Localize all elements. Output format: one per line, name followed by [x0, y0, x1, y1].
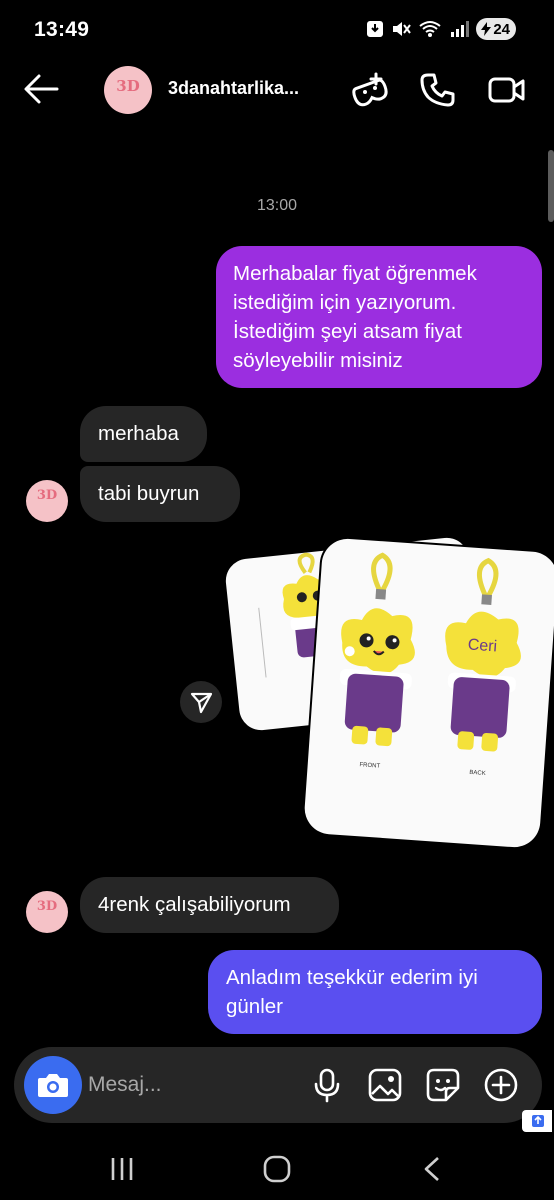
outgoing-message-bubble[interactable]: Anladım teşekkür ederim iyi günler: [208, 950, 542, 1034]
notification-icon: [367, 21, 384, 37]
message-timestamp: 13:00: [256, 197, 298, 214]
back-label: BACK: [469, 770, 486, 777]
battery-bolt-icon: [481, 22, 492, 36]
incoming-message-bubble[interactable]: 4renk çalışabiliyorum: [80, 877, 339, 933]
add-icon[interactable]: [482, 1066, 520, 1104]
side-panel-handle[interactable]: [522, 1110, 552, 1132]
signal-icon: [451, 21, 470, 37]
chat-header: 3D 3danahtarlika...: [0, 62, 554, 118]
contact-avatar[interactable]: 3D: [104, 66, 152, 114]
sender-avatar[interactable]: 3D: [26, 480, 68, 522]
ceri-label: Ceri: [467, 636, 497, 655]
games-icon[interactable]: [350, 70, 390, 110]
sender-avatar[interactable]: 3D: [26, 891, 68, 933]
status-bar: 13:49 24: [0, 0, 554, 62]
avatar-logo-text: 3D: [36, 488, 58, 503]
video-call-icon[interactable]: [486, 70, 526, 110]
camera-button[interactable]: [24, 1056, 82, 1114]
system-nav-bar: [0, 1140, 554, 1200]
mute-icon: [393, 22, 412, 36]
status-time: 13:49: [34, 18, 90, 41]
phone-call-icon[interactable]: [418, 70, 458, 110]
contact-name[interactable]: 3danahtarlika...: [168, 78, 299, 99]
wifi-icon: [419, 21, 441, 37]
recent-apps-icon[interactable]: [102, 1154, 142, 1184]
avatar-logo-text: 3D: [36, 899, 58, 914]
message-input[interactable]: [88, 1065, 288, 1105]
share-button[interactable]: [180, 681, 222, 723]
back-nav-icon[interactable]: [412, 1154, 452, 1184]
front-label: FRONT: [359, 762, 380, 769]
battery-indicator: 24: [476, 18, 516, 40]
home-icon[interactable]: [257, 1154, 297, 1184]
gallery-icon[interactable]: [366, 1066, 404, 1104]
sticker-icon[interactable]: [424, 1066, 462, 1104]
microphone-icon[interactable]: [308, 1066, 346, 1104]
status-icons: 24: [366, 18, 516, 40]
battery-level: 24: [493, 20, 510, 38]
send-paper-plane-icon: [190, 692, 213, 714]
back-arrow-icon[interactable]: [22, 72, 60, 106]
incoming-message-bubble[interactable]: merhaba: [80, 406, 207, 462]
keychain-photo: FRONT Ceri BACK: [339, 552, 521, 777]
camera-icon: [38, 1074, 68, 1097]
message-composer: [14, 1047, 542, 1123]
chat-screen: 13:49 24 3D 3danahtarlika... 13:00 Merha…: [0, 0, 554, 1200]
shared-photo-front[interactable]: FRONT Ceri BACK: [302, 537, 554, 849]
incoming-message-bubble[interactable]: tabi buyrun: [80, 466, 240, 522]
upload-icon: [532, 1115, 544, 1127]
outgoing-message-bubble[interactable]: Merhabalar fiyat öğrenmek istediğim için…: [216, 246, 542, 388]
avatar-logo-text: 3D: [116, 77, 140, 95]
